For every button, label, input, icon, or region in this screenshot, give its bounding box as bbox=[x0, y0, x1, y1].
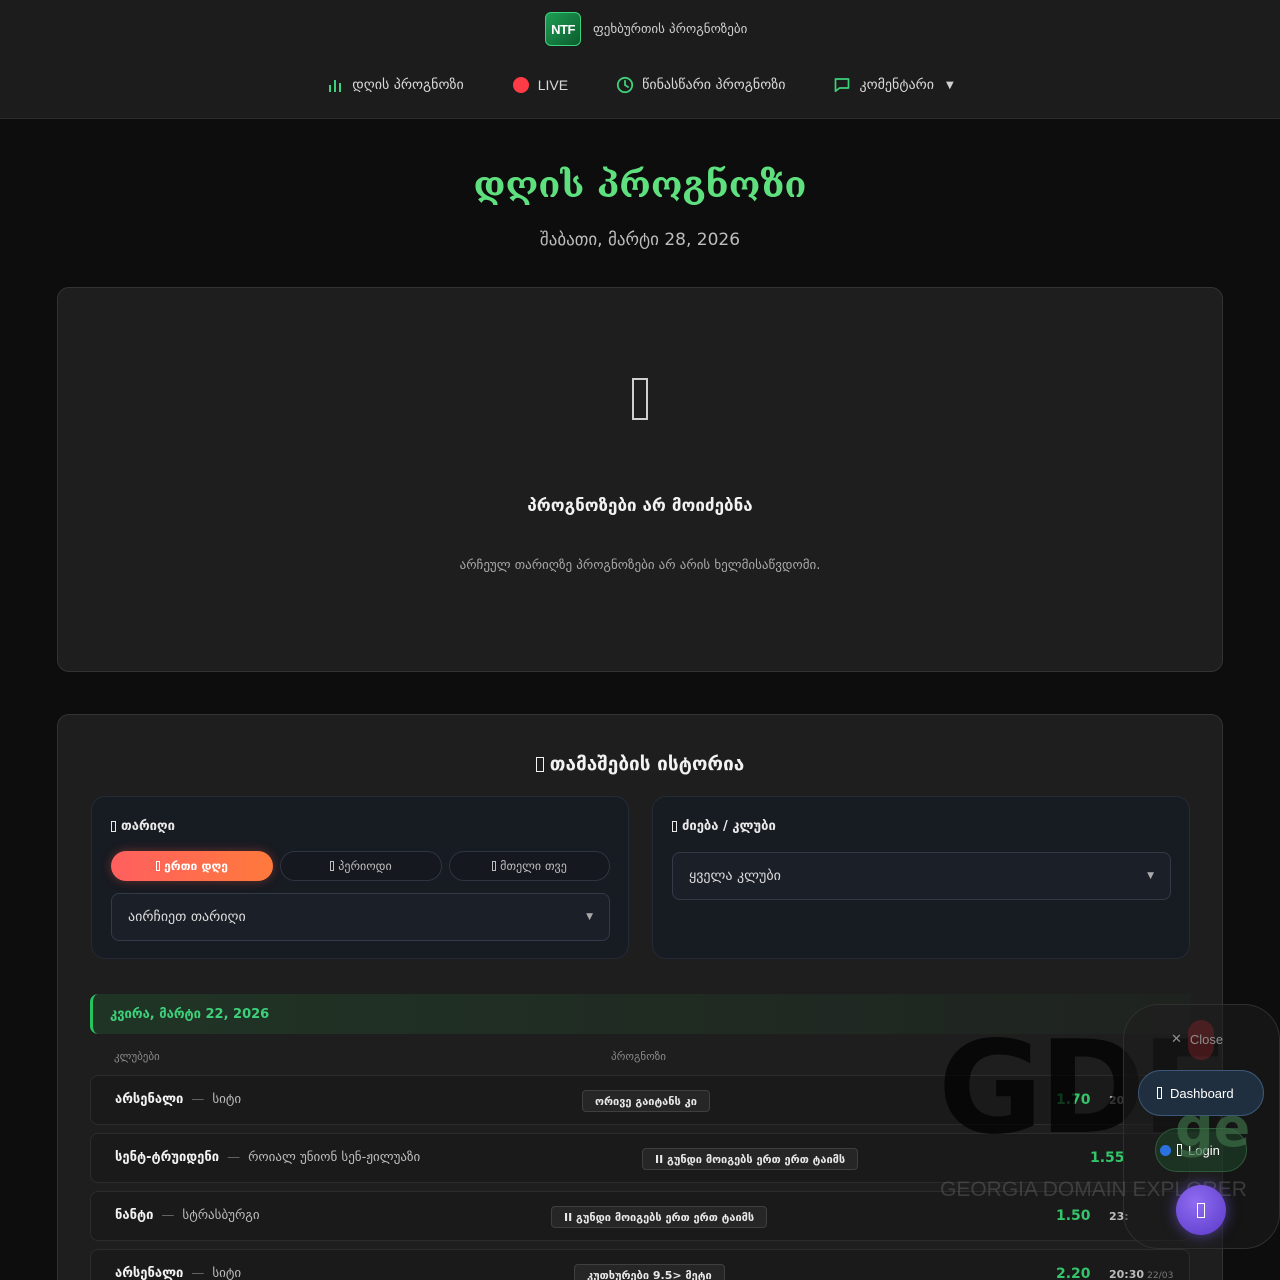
club-filter-label: ძიება / კლუბი bbox=[672, 819, 776, 834]
match-teams: ნანტი — სტრასბურგი bbox=[115, 1208, 260, 1223]
nav-label: დღის პროგნოზი bbox=[352, 77, 464, 93]
nav-comment[interactable]: კომენტარი ▼ bbox=[833, 74, 954, 96]
close-button[interactable]: ✕ Close bbox=[1171, 1032, 1223, 1047]
nav-label: კომენტარი bbox=[859, 77, 935, 93]
column-header-prediction: პროგნოზი bbox=[611, 1050, 666, 1063]
empty-state-card: პროგნოზები არ მოიძებნა არჩეულ თარიღზე პრ… bbox=[57, 287, 1223, 672]
nav-label: LIVE bbox=[537, 77, 569, 93]
prediction-badge: II გუნდი მოიგებს ერთ ერთ ტაიმს bbox=[642, 1148, 859, 1170]
history-title: თამაშების ისტორია bbox=[58, 753, 1222, 775]
comment-icon bbox=[833, 76, 851, 94]
segment-icon bbox=[330, 861, 335, 871]
prediction-badge: კუთხურები 9.5> მეტი bbox=[574, 1264, 725, 1280]
away-team: როიალ უნიონ სენ-ჟილუაზი bbox=[248, 1150, 421, 1165]
site-logo[interactable]: NTF bbox=[545, 12, 581, 46]
date-filter-panel: თარიღი ერთი დღე პერიოდი მთელი თვე აირჩიე… bbox=[91, 796, 629, 959]
status-dot-icon bbox=[1160, 1144, 1171, 1156]
assistant-button[interactable] bbox=[1176, 1185, 1226, 1235]
date-filter-label: თარიღი bbox=[111, 819, 175, 834]
separator: — bbox=[191, 1266, 205, 1280]
date-select[interactable]: აირჩიეთ თარიღი ▼ bbox=[111, 893, 610, 941]
club-select[interactable]: ყველა კლუბი ▼ bbox=[672, 852, 1171, 900]
brand[interactable]: NTF ფეხბურთის პროგნოზები bbox=[545, 12, 747, 46]
separator: — bbox=[161, 1208, 175, 1223]
live-dot-icon bbox=[512, 76, 530, 94]
history-title-text: თამაშების ისტორია bbox=[549, 753, 745, 775]
main-nav: დღის პროგნოზი LIVE წინასწარი პროგნოზი კო… bbox=[0, 74, 1280, 96]
nav-live[interactable]: LIVE bbox=[512, 74, 568, 96]
match-time-value: 20:30 bbox=[1109, 1268, 1145, 1280]
bar-chart-icon bbox=[326, 76, 344, 94]
table-row[interactable]: არსენალი — სიტი კუთხურები 9.5> მეტი 2.20 2… bbox=[90, 1249, 1190, 1280]
separator: — bbox=[227, 1150, 241, 1165]
segment-icon bbox=[156, 861, 161, 871]
separator: — bbox=[191, 1092, 205, 1107]
match-time: 20:30 22/03 bbox=[1109, 1268, 1173, 1280]
column-header-clubs: კლუბები bbox=[114, 1050, 160, 1063]
page-title: დღის პროგნოზი bbox=[473, 164, 807, 206]
nav-daily-prediction[interactable]: დღის პროგნოზი bbox=[326, 74, 464, 96]
away-team: სტრასბურგი bbox=[182, 1208, 260, 1223]
prediction-badge: ორივე გაიტანს კი bbox=[582, 1090, 710, 1112]
assistant-icon bbox=[1197, 1202, 1205, 1218]
away-team: სიტი bbox=[212, 1092, 242, 1107]
club-select-value: ყველა კლუბი bbox=[689, 868, 781, 884]
away-team: სიტი bbox=[212, 1266, 242, 1280]
clock-icon bbox=[616, 76, 634, 94]
empty-title: პროგნოზები არ მოიძებნა bbox=[527, 496, 753, 516]
segment-whole-month[interactable]: მთელი თვე bbox=[449, 851, 610, 881]
close-icon: ✕ bbox=[1171, 1032, 1182, 1047]
home-team: არსენალი bbox=[115, 1092, 184, 1107]
chevron-down-icon: ▼ bbox=[1147, 871, 1154, 881]
brand-name[interactable]: ფეხბურთის პროგნოზები bbox=[593, 22, 747, 37]
segment-period[interactable]: პერიოდი bbox=[280, 851, 442, 881]
segment-label: მთელი თვე bbox=[500, 859, 567, 873]
club-filter-panel: ძიება / კლუბი ყველა კლუბი ▼ bbox=[652, 796, 1190, 959]
watermark-suffix: ge bbox=[1175, 1096, 1251, 1159]
search-icon bbox=[672, 821, 677, 832]
segment-one-day[interactable]: ერთი დღე bbox=[111, 851, 273, 881]
date-select-value: აირჩიეთ თარიღი bbox=[128, 909, 246, 925]
club-filter-label-text: ძიება / კლუბი bbox=[682, 819, 776, 834]
match-date: 22/03 bbox=[1147, 1270, 1174, 1280]
match-teams: არსენალი — სიტი bbox=[115, 1092, 241, 1107]
chevron-down-icon[interactable]: ▼ bbox=[946, 80, 954, 91]
history-icon bbox=[535, 757, 544, 772]
segment-icon bbox=[492, 861, 497, 871]
match-teams: არსენალი — სიტი bbox=[115, 1266, 241, 1280]
site-header: NTF ფეხბურთის პროგნოზები დღის პროგნოზი L… bbox=[0, 0, 1280, 119]
placeholder-glyph-icon bbox=[58, 376, 1222, 432]
chevron-down-icon: ▼ bbox=[586, 912, 593, 922]
calendar-icon bbox=[111, 821, 116, 832]
empty-subtitle: არჩეულ თარიღზე პროგნოზები არ არის ხელმის… bbox=[459, 558, 821, 573]
odds-value: 1.50 bbox=[1056, 1208, 1091, 1224]
match-teams: სენტ-ტრუიდენი — როიალ უნიონ სენ-ჟილუაზი bbox=[115, 1150, 420, 1165]
home-team: არსენალი bbox=[115, 1266, 184, 1280]
home-team: სენტ-ტრუიდენი bbox=[115, 1150, 220, 1165]
odds-value: 2.20 bbox=[1056, 1266, 1091, 1280]
date-filter-label-text: თარიღი bbox=[121, 819, 175, 834]
close-label: Close bbox=[1189, 1032, 1224, 1047]
dashboard-icon bbox=[1157, 1087, 1162, 1099]
segment-label: პერიოდი bbox=[338, 859, 392, 873]
home-team: ნანტი bbox=[115, 1208, 154, 1223]
page-date: შაბათი, მარტი 28, 2026 bbox=[539, 230, 741, 250]
nav-advance-prediction[interactable]: წინასწარი პროგნოზი bbox=[616, 74, 785, 96]
nav-label: წინასწარი პროგნოზი bbox=[642, 77, 786, 93]
segment-label: ერთი დღე bbox=[164, 859, 228, 873]
prediction-badge: II გუნდი მოიგებს ერთ ერთ ტაიმს bbox=[551, 1206, 768, 1228]
